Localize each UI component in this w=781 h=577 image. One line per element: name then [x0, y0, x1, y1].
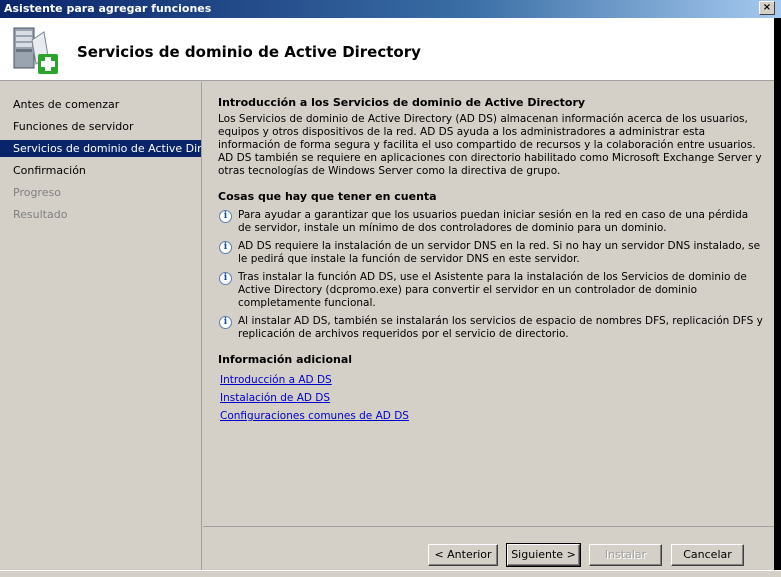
link-intro-ad-ds[interactable]: Introducción a AD DS	[220, 374, 763, 387]
install-button: Instalar	[589, 544, 662, 566]
server-add-role-icon	[13, 27, 58, 74]
page-title: Servicios de dominio de Active Directory	[77, 43, 421, 61]
nav-item-confirmacion[interactable]: Confirmación	[0, 162, 201, 179]
nav-item-progreso: Progreso	[13, 186, 61, 199]
note-text: AD DS requiere la instalación de un serv…	[238, 240, 761, 265]
close-icon: ×	[762, 2, 772, 13]
wizard-content: Introducción a los Servicios de dominio …	[203, 82, 774, 526]
note-text: Para ayudar a garantizar que los usuario…	[238, 209, 749, 234]
intro-text: Los Servicios de dominio de Active Direc…	[218, 113, 762, 177]
close-button[interactable]: ×	[759, 1, 775, 15]
note-item: i Al instalar AD DS, también se instalar…	[218, 315, 763, 341]
info-icon: i	[219, 316, 232, 329]
note-text: Al instalar AD DS, también se instalarán…	[238, 315, 763, 340]
note-item: i Para ayudar a garantizar que los usuar…	[218, 209, 763, 235]
wizard-nav: Antes de comenzar Funciones de servidor …	[0, 82, 202, 570]
note-item: i AD DS requiere la instalación de un se…	[218, 240, 763, 266]
info-icon: i	[219, 272, 232, 285]
link-common-config-ad-ds[interactable]: Configuraciones comunes de AD DS	[220, 410, 763, 423]
note-item: i Tras instalar la función AD DS, use el…	[218, 271, 763, 310]
info-icon: i	[219, 210, 232, 223]
link-install-ad-ds[interactable]: Instalación de AD DS	[220, 392, 763, 405]
wizard-header: Servicios de dominio de Active Directory	[0, 18, 774, 81]
window-title: Asistente para agregar funciones	[4, 2, 212, 15]
window-title-bar: Asistente para agregar funciones ×	[0, 0, 781, 18]
nav-item-funciones-de-servidor[interactable]: Funciones de servidor	[0, 118, 201, 135]
note-text: Tras instalar la función AD DS, use el A…	[238, 271, 747, 309]
more-info-heading: Información adicional	[218, 353, 353, 366]
nav-item-antes-de-comenzar[interactable]: Antes de comenzar	[0, 96, 201, 113]
notes-heading: Cosas que hay que tener en cuenta	[218, 190, 437, 203]
cancel-button[interactable]: Cancelar	[671, 544, 744, 566]
nav-item-resultado: Resultado	[13, 208, 68, 221]
taskbar-strip	[0, 570, 781, 577]
nav-item-ad-ds[interactable]: Servicios de dominio de Active Dir...	[0, 140, 201, 157]
wizard-button-bar: < Anterior Siguiente > Instalar Cancelar	[203, 526, 774, 570]
back-button[interactable]: < Anterior	[428, 544, 498, 566]
window-edge	[774, 18, 781, 577]
intro-heading: Introducción a los Servicios de dominio …	[218, 96, 586, 109]
info-icon: i	[219, 241, 232, 254]
next-button[interactable]: Siguiente >	[506, 543, 581, 567]
